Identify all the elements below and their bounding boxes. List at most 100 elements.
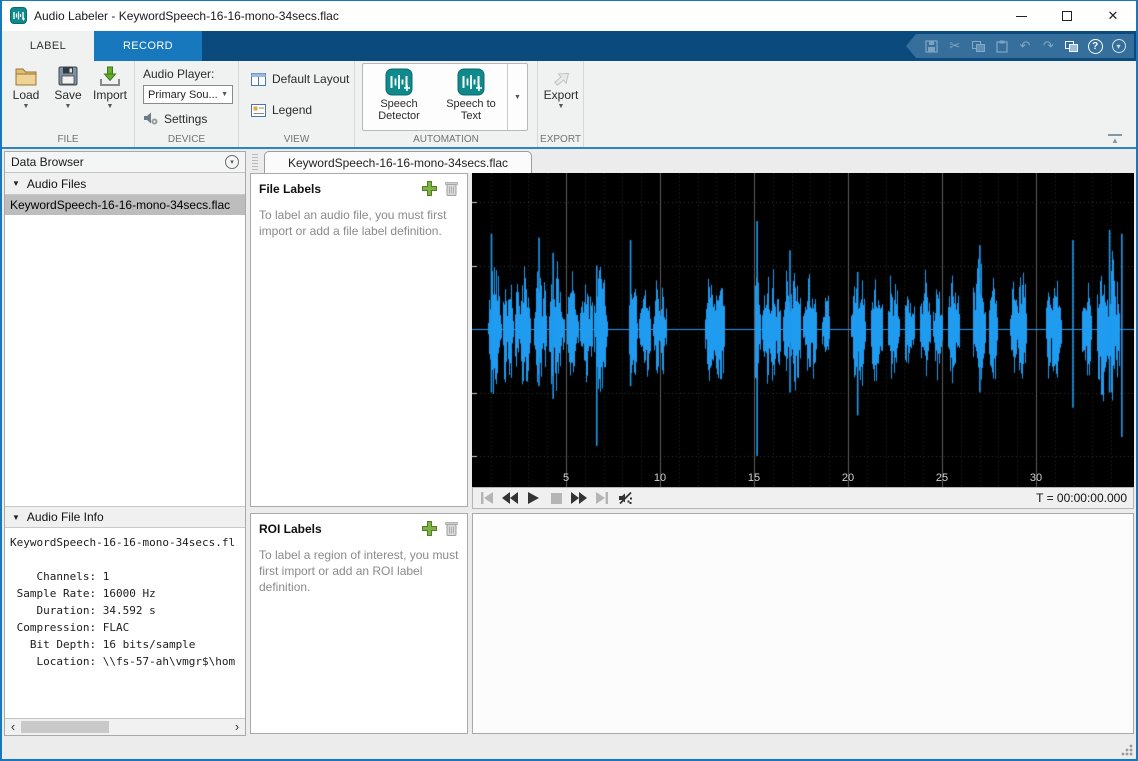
undo-icon[interactable]: ↶ [1017,38,1033,54]
skip-to-start-button[interactable] [479,490,495,506]
redo-icon[interactable]: ↷ [1040,38,1056,54]
export-label: Export [544,88,579,102]
audio-files-list: KeywordSpeech-16-16-mono-34secs.flac [5,195,245,506]
default-layout-label: Default Layout [272,72,349,86]
legend-label: Legend [272,103,312,117]
stop-button[interactable] [548,490,564,506]
speech-to-text-button[interactable]: Speech to Text [435,64,507,130]
playback-time-display: T = 00:00:00.000 [1036,491,1127,505]
tab-label[interactable]: LABEL [2,31,94,61]
data-browser-panel: Data Browser ▾ ▼ Audio Files KeywordSpee… [4,151,246,736]
fast-forward-icon [571,492,587,504]
audio-file-info-section-header[interactable]: ▼ Audio File Info [5,506,245,528]
file-labels-title: File Labels [259,182,321,196]
collapse-ribbon-button[interactable]: ▲ [1108,134,1122,143]
undo-glyph: ↶ [1020,38,1031,54]
scroll-right-icon[interactable]: › [230,719,244,735]
audio-labeler-window: Audio Labeler - KeywordSpeech-16-16-mono… [0,0,1138,761]
window-title: Audio Labeler - KeywordSpeech-16-16-mono… [34,1,339,31]
fast-forward-button[interactable] [571,490,587,506]
ribbon-tab-strip: LABEL RECORD ✂ ↶ ↷ ? ▾ [2,31,1136,61]
skip-to-end-button[interactable] [594,490,610,506]
floppy-icon [57,65,79,87]
ribbon-group-file: Load ▼ Save ▼ Import ▼ FILE [2,61,135,147]
close-button[interactable]: ✕ [1090,1,1136,31]
load-label: Load [13,88,40,102]
add-file-label-icon[interactable] [421,180,438,197]
speech-detector-button[interactable]: Speech Detector [363,64,435,130]
maximize-button[interactable] [1044,1,1090,31]
delete-file-label-icon[interactable] [444,180,459,197]
info-horizontal-scrollbar[interactable]: ‹ › [5,718,245,735]
save-button[interactable]: Save ▼ [46,65,90,110]
file-labels-instruction: To label an audio file, you must first i… [251,197,467,249]
gallery-caret-icon: ▼ [514,94,521,101]
skip-end-icon [595,492,609,504]
audio-file-list-item[interactable]: KeywordSpeech-16-16-mono-34secs.flac [5,195,245,215]
playback-toolbar: T = 00:00:00.000 [472,487,1134,509]
legend-button[interactable]: Legend [251,103,312,117]
audio-file-info-collapse-icon: ▼ [12,513,20,522]
more-glyph: ▾ [1112,39,1126,53]
ribbon-group-view: Default Layout Legend VIEW [239,61,355,147]
speaker-gear-icon [143,111,159,126]
audio-files-section-header[interactable]: ▼ Audio Files [5,173,245,195]
save-caret-icon: ▼ [65,103,72,110]
help-glyph: ? [1088,39,1103,54]
load-button[interactable]: Load ▼ [4,65,48,110]
default-layout-button[interactable]: Default Layout [251,72,349,86]
play-button[interactable] [525,490,541,506]
paste-icon[interactable] [994,38,1010,54]
help-icon[interactable]: ? [1087,38,1103,54]
data-browser-menu-icon[interactable]: ▾ [225,155,239,169]
audio-player-select[interactable]: Primary Sou... ▼ [143,85,233,104]
automation-gallery: Speech Detector Speech to Text ▼ [362,63,528,131]
scrollbar-thumb[interactable] [21,721,109,733]
redo-glyph: ↷ [1043,38,1054,54]
import-label: Import [93,88,127,102]
speech-to-text-icon [457,68,485,96]
scroll-left-icon[interactable]: ‹ [6,719,20,735]
mute-button[interactable] [617,490,633,506]
copy-icon[interactable] [970,38,986,54]
minimize-button[interactable] [998,1,1044,31]
export-button[interactable]: Export ▼ [539,65,583,110]
toolbar-more-icon[interactable]: ▾ [1111,38,1127,54]
speech-detector-label: Speech Detector [378,98,420,122]
import-icon [98,65,122,87]
add-roi-label-icon[interactable] [421,520,438,537]
file-group-caption: FILE [2,134,134,145]
ribbon-group-device: Audio Player: Primary Sou... ▼ Settings … [135,61,239,147]
window-resize-grip[interactable] [1121,744,1133,756]
speech-detector-icon [385,68,413,96]
delete-roi-label-icon[interactable] [444,520,459,537]
roi-labels-title: ROI Labels [259,522,322,536]
speech-to-text-label: Speech to Text [446,98,496,122]
ribbon-group-automation: Speech Detector Speech to Text ▼ AUTOMAT… [355,61,538,147]
save-icon[interactable] [923,38,939,54]
settings-button[interactable]: Settings [143,111,207,126]
load-caret-icon: ▼ [23,103,30,110]
copy-glyph [972,41,985,52]
maximize-icon [1062,11,1072,21]
rewind-button[interactable] [502,490,518,506]
scissors-glyph: ✂ [949,38,960,54]
export-caret-icon: ▼ [558,103,565,110]
waveform-plot[interactable] [472,173,1134,487]
automation-group-caption: AUTOMATION [355,134,537,145]
ribbon: Load ▼ Save ▼ Import ▼ FILE Audio Player… [2,61,1136,147]
document-tab-drag-handle[interactable] [252,154,258,170]
roi-labels-instruction: To label a region of interest, you must … [251,537,467,605]
import-button[interactable]: Import ▼ [88,65,132,110]
tab-record[interactable]: RECORD [94,31,202,61]
export-icon [549,65,573,87]
cut-icon[interactable]: ✂ [947,38,963,54]
document-tab[interactable]: KeywordSpeech-16-16-mono-34secs.flac [264,151,532,173]
audio-file-info-title: Audio File Info [27,510,104,524]
save-label: Save [54,88,81,102]
automation-gallery-dropdown[interactable]: ▼ [507,64,527,130]
mute-icon [618,491,633,505]
title-bar: Audio Labeler - KeywordSpeech-16-16-mono… [2,1,1136,31]
settings-label: Settings [164,112,207,126]
window-layout-icon[interactable] [1064,38,1080,54]
